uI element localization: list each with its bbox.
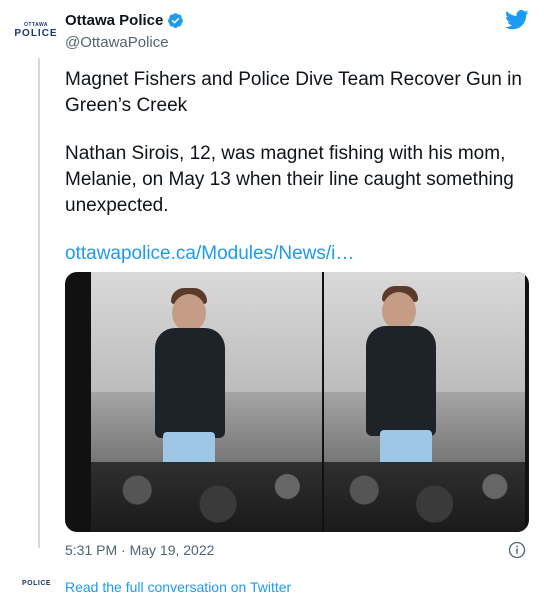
author-name-row[interactable]: Ottawa Police xyxy=(65,12,184,29)
footer-logo: POLICE xyxy=(22,580,52,587)
info-icon[interactable] xyxy=(508,541,526,559)
avatar-logo-big: POLICE xyxy=(14,27,58,39)
tweet-headline: Magnet Fishers and Police Dive Team Reco… xyxy=(65,69,522,116)
author-handle[interactable]: @OttawaPolice xyxy=(65,34,169,51)
read-conversation-link[interactable]: Read the full conversation on Twitter xyxy=(65,579,291,595)
verified-badge-icon xyxy=(168,13,184,28)
photo-boy-right[interactable] xyxy=(324,272,525,532)
tweet-embed: OTTAWA POLICE Ottawa Police @OttawaPolic… xyxy=(0,0,544,604)
avatar[interactable]: OTTAWA POLICE xyxy=(12,14,60,46)
tweet-timestamp[interactable]: 5:31 PM · May 19, 2022 xyxy=(65,542,214,558)
tweet-body: Nathan Sirois, 12, was magnet fishing wi… xyxy=(65,143,514,216)
photo-boy-left[interactable] xyxy=(91,272,322,532)
author-name[interactable]: Ottawa Police xyxy=(65,12,163,29)
thread-line xyxy=(38,58,40,548)
twitter-bird-icon[interactable] xyxy=(505,10,529,30)
tweet-media[interactable] xyxy=(65,272,529,532)
tweet-link[interactable]: ottawapolice.ca/Modules/News/i… xyxy=(65,241,530,267)
tweet-text: Magnet Fishers and Police Dive Team Reco… xyxy=(65,67,530,289)
